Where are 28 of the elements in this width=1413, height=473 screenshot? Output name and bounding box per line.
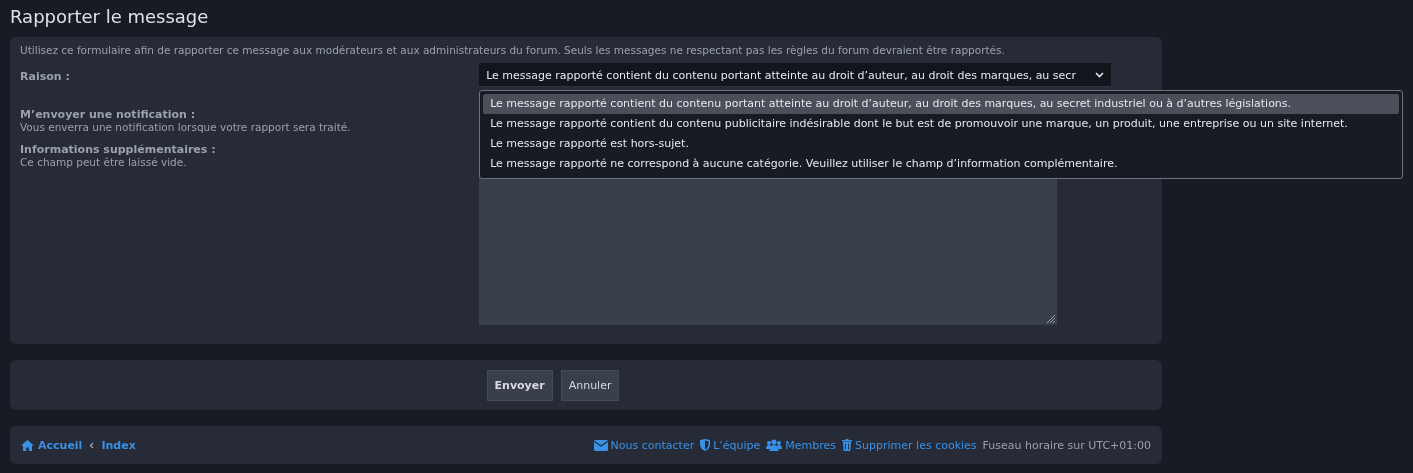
resize-grip-icon <box>1044 312 1057 324</box>
footer-link[interactable]: Supprimer les cookies <box>842 438 977 452</box>
field-label: M’envoyer une notification : <box>20 108 197 121</box>
field-hint: Vous enverra une notification lorsque votre rapport sera traité. <box>20 121 352 134</box>
envelope-icon <box>593 439 608 451</box>
breadcrumb-link[interactable]: Index <box>101 438 136 452</box>
dropdown-option[interactable]: Le message rapporté est hors-sujet. <box>483 134 1400 154</box>
footer-link[interactable]: Nous contacter <box>593 438 695 452</box>
reason-select[interactable]: Le message rapporté contient du contenu portant atteinte au droit d’auteur, au droit des marques, au secr <box>479 63 1112 87</box>
intro-text: Utilisez ce formulaire afin de rapporter ce message aux modérateurs et aux administrateurs du forum. Seuls les messages ne respectant pas les règles du forum devraient être rapportés. <box>20 43 1006 57</box>
footer-link[interactable]: L’équipe <box>700 438 761 452</box>
footer-link[interactable]: Membres <box>766 438 837 452</box>
trash-icon <box>842 439 853 451</box>
field-label: Informations supplémentaires : <box>20 143 217 156</box>
timezone-text: Fuseau horaire sur UTC+01:00 <box>982 438 1151 452</box>
home-icon <box>21 439 34 451</box>
page-title: Rapporter le message <box>10 5 210 29</box>
users-icon <box>766 439 783 451</box>
field-hint: Ce champ peut être laissé vide. <box>20 156 188 169</box>
shield-icon <box>700 439 711 451</box>
dropdown-option[interactable]: Le message rapporté contient du contenu portant atteinte au droit d’auteur, au droit des marques, au secret industriel ou à d’autres législations. <box>483 94 1400 114</box>
dropdown-option[interactable]: Le message rapporté ne correspond à aucune catégorie. Veuillez utiliser le champ d’information complémentaire. <box>483 154 1400 174</box>
breadcrumb-link[interactable]: Accueil <box>38 438 83 452</box>
dropdown-option[interactable]: Le message rapporté contient du contenu publicitaire indésirable dont le but est de promouvoir une marque, un produit, une entreprise ou un site internet. <box>483 114 1400 134</box>
form-button[interactable]: Annuler <box>560 369 620 401</box>
field-label: Raison : <box>20 70 71 83</box>
form-button[interactable]: Envoyer <box>486 369 553 401</box>
chevron-down-icon <box>1095 72 1105 78</box>
